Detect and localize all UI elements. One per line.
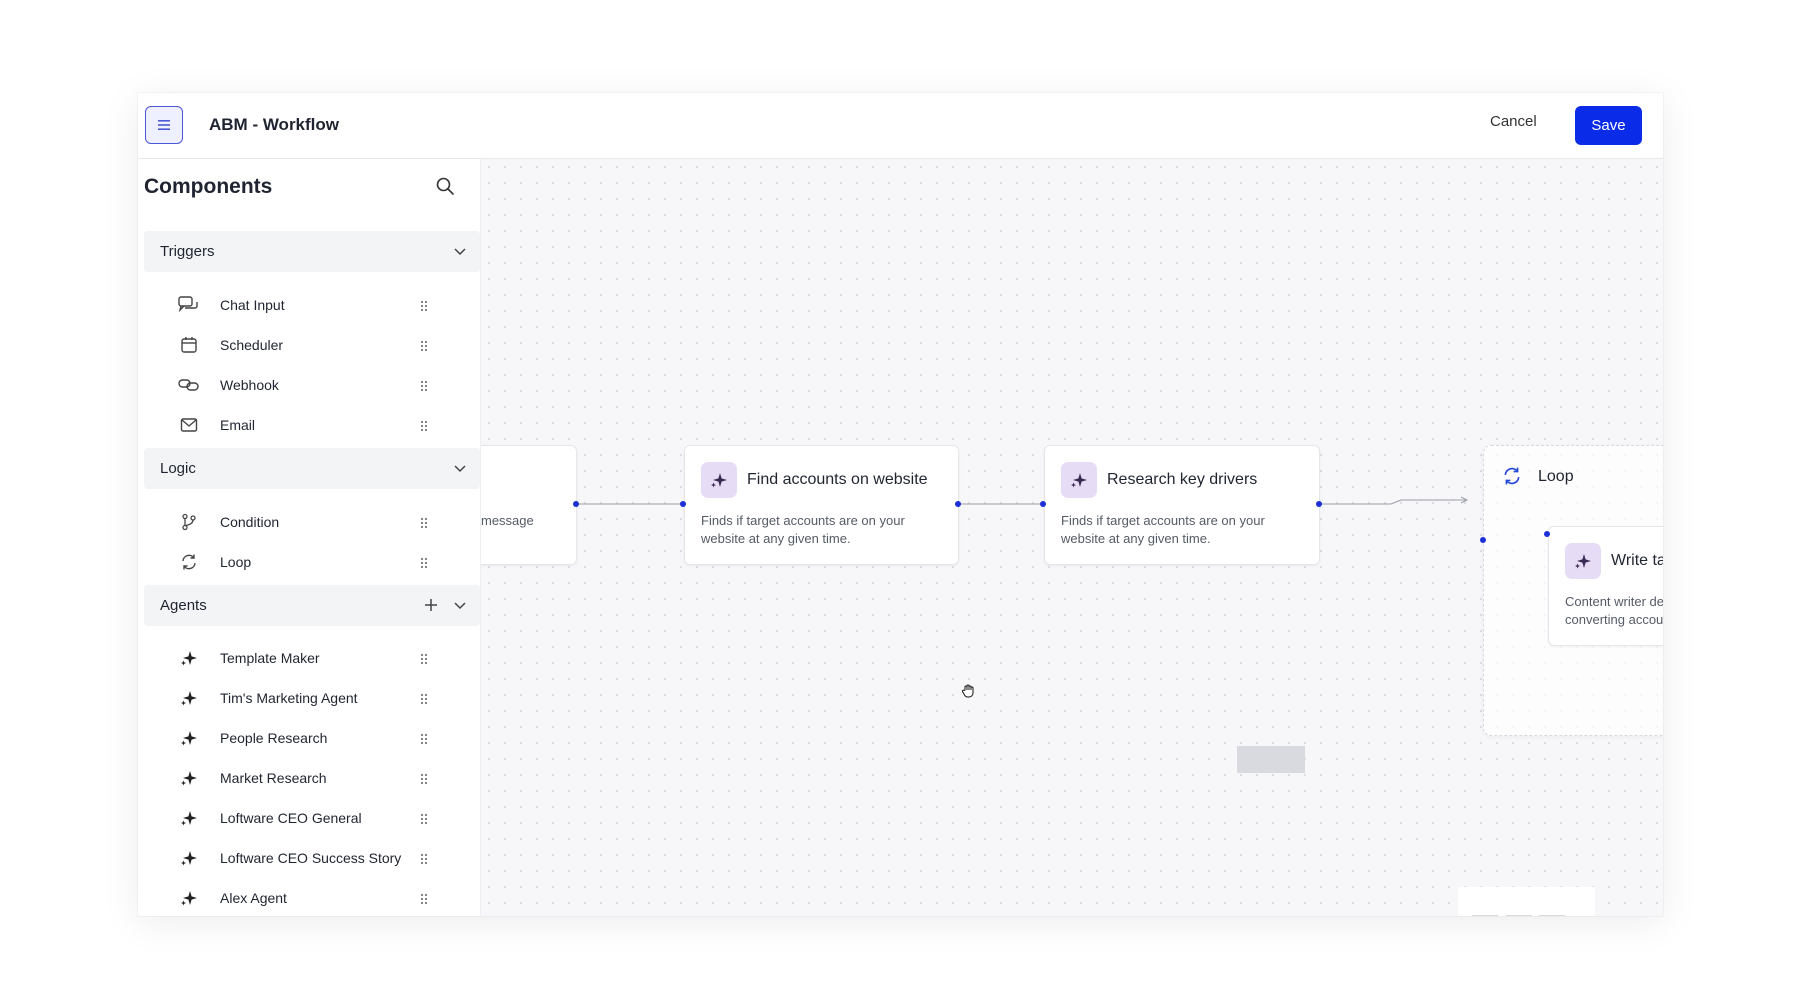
grab-cursor-icon [961, 684, 974, 698]
save-button[interactable]: Save [1575, 106, 1642, 145]
webhook-icon [178, 375, 200, 395]
sidebar-item-scheduler[interactable]: Scheduler [178, 325, 440, 365]
sidebar-item-loop[interactable]: Loop [178, 542, 440, 582]
drag-handle-icon[interactable] [420, 652, 428, 670]
components-sidebar: Components Triggers Chat Input Scheduler [138, 159, 481, 916]
sidebar-item-label: Alex Agent [220, 890, 287, 906]
sidebar-item-market-research[interactable]: Market Research [178, 758, 440, 798]
sidebar-item-webhook[interactable]: Webhook [178, 365, 440, 405]
drag-handle-icon[interactable] [420, 516, 428, 534]
sidebar-item-label: Market Research [220, 770, 327, 786]
drag-handle-icon[interactable] [420, 556, 428, 574]
section-label: Logic [160, 460, 196, 477]
page-title: ABM - Workflow [209, 115, 340, 134]
minimap-node [1539, 915, 1565, 916]
sidebar-item-loftware-ceo-success-story[interactable]: Loftware CEO Success Story [178, 838, 440, 878]
sidebar-item-label: Tim's Marketing Agent [220, 690, 358, 706]
sidebar-item-condition[interactable]: Condition [178, 502, 440, 542]
edge-research-to-loop [1316, 496, 1469, 507]
workflow-editor-window: ABM - Workflow Cancel Save Components Tr… [138, 93, 1663, 916]
drag-handle-icon[interactable] [420, 692, 428, 710]
sidebar-item-label: Template Maker [220, 650, 320, 666]
sidebar-title: Components [144, 175, 273, 198]
sidebar-item-chat-input[interactable]: Chat Input [178, 285, 440, 325]
section-logic[interactable]: Logic [144, 448, 480, 489]
drag-handle-icon[interactable] [420, 772, 428, 790]
drag-handle-icon[interactable] [420, 419, 428, 437]
sidebar-item-template-maker[interactable]: Template Maker [178, 638, 440, 678]
loop-input-handle[interactable] [1480, 537, 1486, 543]
sidebar-item-label: Chat Input [220, 297, 285, 313]
section-label: Triggers [160, 243, 215, 260]
connector-lines [573, 496, 1550, 543]
sparkle-icon [178, 768, 200, 788]
minimap-viewport[interactable] [1237, 746, 1305, 773]
add-agent-icon[interactable] [423, 597, 439, 618]
chat-icon [178, 295, 200, 315]
drag-handle-icon[interactable] [420, 339, 428, 357]
sidebar-item-tims-marketing-agent[interactable]: Tim's Marketing Agent [178, 678, 440, 718]
sidebar-item-label: Scheduler [220, 337, 284, 353]
sidebar-item-label: Webhook [220, 377, 279, 393]
drag-handle-icon[interactable] [420, 299, 428, 317]
search-icon[interactable] [435, 176, 455, 201]
mail-icon [178, 415, 200, 435]
drag-handle-icon[interactable] [420, 379, 428, 397]
sidebar-item-loftware-ceo-general[interactable]: Loftware CEO General [178, 798, 440, 838]
drag-handle-icon[interactable] [420, 812, 428, 830]
sidebar-item-label: Loop [220, 554, 252, 570]
sparkle-icon [178, 888, 200, 908]
sidebar-item-label: Email [220, 417, 256, 433]
drag-handle-icon[interactable] [420, 852, 428, 870]
write-node-input-handle[interactable] [1544, 531, 1550, 537]
minimap-node [1472, 915, 1498, 916]
chevron-down-icon[interactable] [452, 460, 468, 481]
drag-handle-icon[interactable] [420, 892, 428, 910]
sparkle-icon [178, 648, 200, 668]
section-label: Agents [160, 597, 207, 614]
workflow-canvas[interactable]: message Find accounts on website Finds i… [481, 159, 1663, 916]
sparkle-icon [178, 808, 200, 828]
chevron-down-icon[interactable] [452, 243, 468, 264]
sparkle-icon [178, 848, 200, 868]
sidebar-item-label: People Research [220, 730, 328, 746]
sparkle-icon [178, 688, 200, 708]
menu-button[interactable] [145, 106, 183, 144]
hamburger-icon [158, 120, 170, 130]
chevron-down-icon[interactable] [452, 597, 468, 618]
sidebar-item-people-research[interactable]: People Research [178, 718, 440, 758]
sparkle-icon [178, 728, 200, 748]
sidebar-item-label: Loftware CEO General [220, 810, 362, 826]
sidebar-item-email[interactable]: Email [178, 405, 440, 445]
header-bar: ABM - Workflow Cancel Save [138, 93, 1663, 159]
minimap[interactable] [1458, 887, 1595, 916]
sidebar-item-alex-agent[interactable]: Alex Agent [178, 878, 440, 916]
sidebar-item-label: Loftware CEO Success Story [220, 850, 402, 866]
edge-trigger-to-find [573, 501, 686, 507]
drag-handle-icon[interactable] [420, 732, 428, 750]
calendar-icon [178, 335, 200, 355]
minimap-node [1506, 915, 1532, 916]
section-agents[interactable]: Agents [144, 585, 480, 626]
edge-find-to-research [955, 501, 1046, 507]
sidebar-item-label: Condition [220, 514, 280, 530]
branch-icon [178, 512, 200, 532]
loop-icon [178, 552, 200, 572]
cancel-button[interactable]: Cancel [1490, 112, 1537, 132]
section-triggers[interactable]: Triggers [144, 231, 480, 272]
